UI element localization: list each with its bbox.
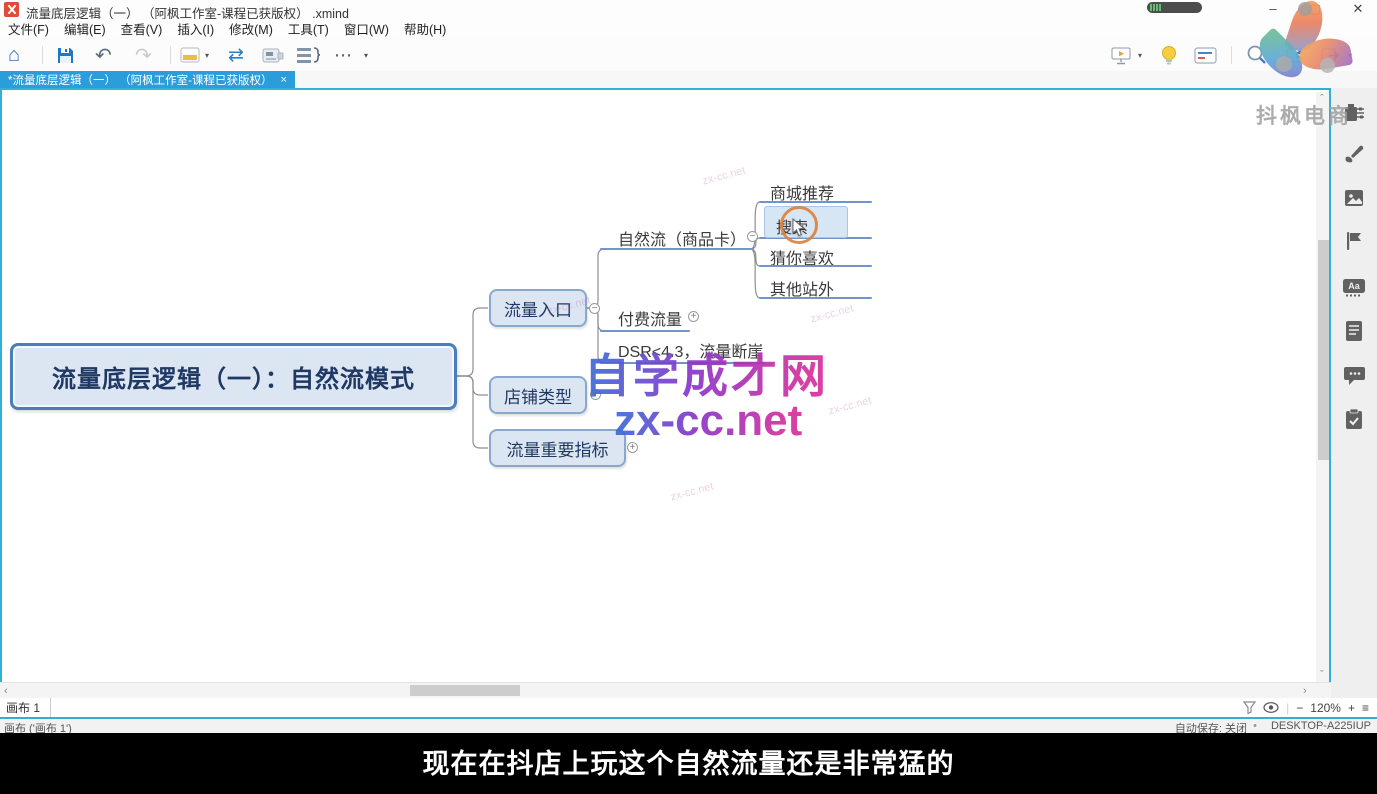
relationship-icon[interactable]: ⇄ [228,44,244,66]
status-bar: 画布 ('画布 1') 自动保存: 关闭 • DESKTOP-A225IUP [0,717,1377,733]
collapse-handle-natural-flow[interactable]: − [747,231,758,242]
tab-label: *流量底层逻辑（一） （阿枫工作室-课程已获版权） [8,72,273,88]
expand-handle-paid-traffic[interactable]: + [688,311,699,322]
image-icon[interactable] [1341,185,1367,211]
menu-insert[interactable]: 插入(I) [177,19,214,38]
bottom-bar: 画布 1 | − 120% + ≡ [0,698,1377,717]
clip-art-icon[interactable] [262,44,284,66]
zoom-out-button[interactable]: − [1296,701,1303,715]
menu-tools[interactable]: 工具(T) [288,19,329,38]
menu-file[interactable]: 文件(F) [8,19,49,38]
underline [600,330,690,332]
sheet-style-icon[interactable] [180,44,200,66]
task-clipboard-icon[interactable] [1341,406,1367,432]
mouse-cursor-icon [792,218,806,238]
topic-paid-traffic[interactable]: 付费流量 [618,306,682,330]
sheet-tab-label: 画布 1 [6,699,40,716]
right-sidebar: Aa [1331,88,1377,698]
scroll-down-icon[interactable]: ˇ [1320,668,1324,682]
central-topic-label: 流量底层逻辑（一）：自然流模式 [52,359,415,394]
watermark-site-url: zx-cc.net [614,396,802,446]
menu-help[interactable]: 帮助(H) [404,19,446,38]
scroll-left-icon[interactable]: ‹ [4,684,8,698]
save-icon[interactable] [56,44,75,66]
underline [759,265,872,267]
audio-level-meter [1147,2,1202,13]
notes-icon[interactable] [1341,318,1367,344]
presentation-caret-icon[interactable]: ▾ [1138,44,1142,66]
topic-natural-flow[interactable]: 自然流（商品卡） [618,226,746,250]
outline-icon[interactable] [296,44,320,66]
home-icon[interactable]: ⌂ [8,44,20,66]
subtitle-band: 现在在抖店上玩这个自然流量还是非常猛的 [0,733,1377,794]
underline [759,297,872,299]
topic-shop-type[interactable]: 店铺类型 [489,376,587,414]
svg-text:Aa: Aa [1348,281,1360,291]
comment-icon[interactable] [1341,362,1367,388]
filter-funnel-icon[interactable] [1243,701,1256,714]
menu-modify[interactable]: 修改(M) [229,19,273,38]
zoom-level: 120% [1310,701,1341,715]
card-panel-icon[interactable] [1194,44,1217,66]
toolbar: ⌂ ↶ ↷ ▾ ⇄ ⋯ ▾ ▾ ▾ [0,38,1377,71]
scroll-right-icon[interactable]: › [1303,684,1307,698]
mindmap-canvas[interactable]: 流量底层逻辑（一）：自然流模式 流量入口 店铺类型 流量重要指标 自然流（商品卡… [0,88,1331,682]
fit-view-button[interactable]: ≡ [1362,701,1369,715]
menu-bar: 文件(F) 编辑(E) 查看(V) 插入(I) 修改(M) 工具(T) 窗口(W… [0,19,1377,38]
device-name: DESKTOP-A225IUP [1271,720,1371,732]
toolbar-overflow-caret-icon[interactable]: ▾ [364,44,368,66]
divider: | [1286,701,1289,715]
label-icon[interactable]: Aa [1341,274,1367,300]
subtitle-text: 现在在抖店上玩这个自然流量还是非常猛的 [0,742,1377,781]
close-button[interactable]: ✕ [1343,0,1373,19]
menu-edit[interactable]: 编辑(E) [64,19,106,38]
central-topic[interactable]: 流量底层逻辑（一）：自然流模式 [10,343,457,410]
app-logo-icon [4,2,19,17]
sheet-tab-canvas1[interactable]: 画布 1 [0,698,51,717]
topic-label: 店铺类型 [504,383,572,408]
watermark-brand: 抖枫电商 [1256,100,1352,130]
eye-icon[interactable] [1263,702,1279,713]
title-bar: 流量底层逻辑（一） （阿枫工作室-课程已获版权） .xmind – ▢ ✕ [0,0,1377,19]
zoom-controls: | − 120% + ≡ [1243,698,1369,717]
horizontal-scrollbar[interactable]: ‹ › [0,682,1331,698]
brand-pinwheel-logo-icon [1264,0,1346,80]
underline [759,201,872,203]
tab-close-icon[interactable]: × [281,74,287,86]
more-icon[interactable]: ⋯ [334,44,352,66]
redo-icon[interactable]: ↷ [135,44,152,66]
underline [600,248,754,250]
undo-icon[interactable]: ↶ [95,44,112,66]
vertical-scroll-thumb[interactable] [1318,240,1329,460]
marker-flag-icon[interactable] [1341,228,1367,254]
style-brush-icon[interactable] [1341,140,1367,166]
document-tab-strip: *流量底层逻辑（一） （阿枫工作室-课程已获版权） × [0,71,1377,88]
presentation-icon[interactable] [1110,44,1132,66]
tab-active-document[interactable]: *流量底层逻辑（一） （阿枫工作室-课程已获版权） × [0,71,295,88]
vertical-scrollbar[interactable]: ˆ ˇ [1316,92,1331,682]
sheet-style-caret-icon[interactable]: ▾ [205,44,209,66]
horizontal-scroll-thumb[interactable] [410,685,520,696]
topic-key-metrics[interactable]: 流量重要指标 [489,429,626,467]
menu-view[interactable]: 查看(V) [121,19,163,38]
zoom-in-button[interactable]: + [1348,701,1355,715]
topic-label: 流量重要指标 [507,436,609,461]
menu-window[interactable]: 窗口(W) [344,19,389,38]
lightbulb-icon[interactable] [1160,44,1178,66]
status-bullet: • [1253,720,1257,732]
